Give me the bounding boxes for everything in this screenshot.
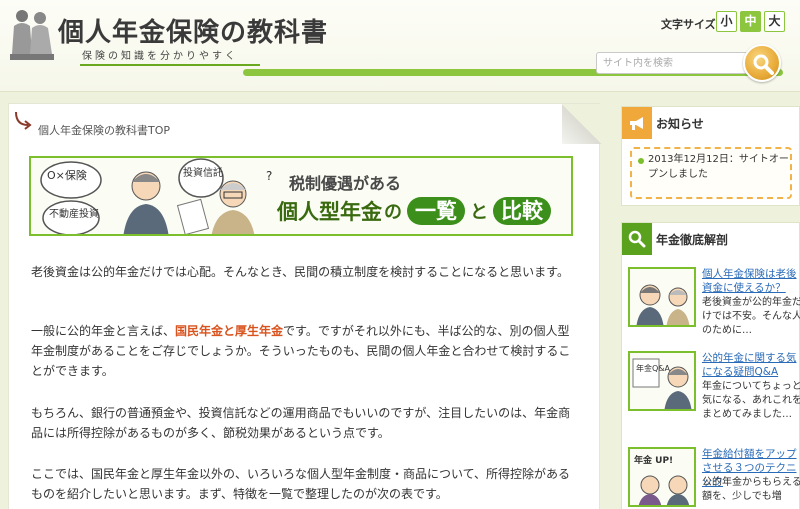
page-fold-corner xyxy=(562,104,602,144)
megaphone-icon xyxy=(622,107,652,139)
banner-headline: 個人型年金 の 一覧 と 比較 xyxy=(277,196,554,226)
bubble-label-insurance: O×保険 xyxy=(47,168,87,182)
banner-headline-no: の xyxy=(384,202,402,223)
intro-paragraph-2: 一般に公的年金と言えば、国民年金と厚生年金です。ですがそれ以外にも、半ば公的な、… xyxy=(31,321,573,381)
title-underline xyxy=(80,64,260,66)
article-description: 公的年金からもらえる額を、少しでも増 xyxy=(702,477,800,502)
news-item: 2013年12月12日：サイトオープンしました xyxy=(648,154,789,180)
thumb-label-up: 年金 UP! xyxy=(634,454,673,466)
articles-heading: 年金徹底解剖 xyxy=(656,232,729,247)
comparison-banner[interactable]: ? O×保険 不動産投資 投資信託 税制優遇がある 個人型年金 の 一覧 と 比… xyxy=(29,156,573,236)
bullet-icon xyxy=(638,158,644,164)
para2-highlight: 国民年金と厚生年金 xyxy=(175,324,284,338)
bubble-labels: O×保険 不動産投資 投資信託 xyxy=(47,166,223,220)
article-description: 老後資金が公的年金だけでは不安。そんな人のために… xyxy=(702,297,800,336)
site-header: 個人年金保険の教科書 保険の知識を分かりやすく 文字サイズ 小 中 大 xyxy=(0,0,800,92)
statue-logo-icon xyxy=(10,10,54,60)
banner-tagline: 税制優遇がある xyxy=(289,174,402,193)
search-input[interactable] xyxy=(596,52,756,74)
para2-text-before: 一般に公的年金と言えば、 xyxy=(31,324,176,338)
banner-headline-to: と xyxy=(470,202,488,223)
main-content: 個人年金保険の教科書TOP ? O×保険 不動産投資 投資信託 税制優遇がある xyxy=(8,103,602,509)
site-subtitle: 保険の知識を分かりやすく xyxy=(82,51,238,62)
article-item[interactable]: 年金Q&A 公的年金に関する気になる疑問Q&A 年金についてちょっと気になる、あ… xyxy=(628,351,800,423)
article-item[interactable]: 年金 UP! 年金給付額をアップさせる３つのテクニック 公的年金からもらえる額を… xyxy=(628,447,800,509)
intro-paragraph-3: もちろん、銀行の普通預金や、投資信託などの運用商品でもいいのですが、注目したいの… xyxy=(31,406,571,440)
thumb-label-qa: 年金Q&A xyxy=(636,363,671,373)
breadcrumb[interactable]: 個人年金保険の教科書TOP xyxy=(38,122,170,138)
news-header: お知らせ xyxy=(622,107,800,139)
news-list: 2013年12月12日：サイトオープンしました xyxy=(630,147,792,199)
site-title[interactable]: 個人年金保険の教科書 xyxy=(58,12,328,49)
banner-pill-compare: 比較 xyxy=(493,197,551,225)
font-size-medium-button[interactable]: 中 xyxy=(740,11,761,32)
font-size-large-button[interactable]: 大 xyxy=(764,11,785,32)
banner-headline-main: 個人型年金 xyxy=(277,200,382,224)
banner-pill-list: 一覧 xyxy=(407,197,465,225)
bubble-label-fund: 投資信託 xyxy=(183,166,223,179)
font-size-label: 文字サイズ xyxy=(661,18,716,31)
article-thumbnail[interactable] xyxy=(628,267,696,327)
articles-box: 年金徹底解剖 個人年金保険は老後資金に使えるか？ 老後資金が公的年金だけでは不安… xyxy=(621,222,800,509)
article-title-link[interactable]: 個人年金保険は老後資金に使えるか？ xyxy=(702,267,800,295)
intro-paragraph-1: 老後資金は公的年金だけでは心配。そんなとき、民間の積立制度を検討することになると… xyxy=(31,265,569,279)
bubble-label-realestate: 不動産投資 xyxy=(49,207,99,220)
curved-arrow-icon xyxy=(15,111,32,130)
article-thumbnail[interactable]: 年金 UP! xyxy=(628,447,696,507)
font-size-small-button[interactable]: 小 xyxy=(716,11,737,32)
intro-paragraph-4: ここでは、国民年金と厚生年金以外の、いろいろな個人型年金制度・商品について、所得… xyxy=(31,467,571,501)
news-heading: お知らせ xyxy=(656,116,704,131)
article-title-link[interactable]: 公的年金に関する気になる疑問Q&A xyxy=(702,351,800,379)
magnifier-icon xyxy=(622,223,652,255)
article-thumbnail[interactable]: 年金Q&A xyxy=(628,351,696,411)
article-item[interactable]: 個人年金保険は老後資金に使えるか？ 老後資金が公的年金だけでは不安。そんな人のた… xyxy=(628,267,800,339)
articles-header: 年金徹底解剖 xyxy=(622,223,800,255)
magnifier-icon xyxy=(753,54,774,75)
search-button[interactable] xyxy=(743,44,781,82)
news-box: お知らせ 2013年12月12日：サイトオープンしました xyxy=(621,106,800,206)
article-description: 年金についてちょっと気になる、あれこれをまとめてみました… xyxy=(702,381,800,420)
